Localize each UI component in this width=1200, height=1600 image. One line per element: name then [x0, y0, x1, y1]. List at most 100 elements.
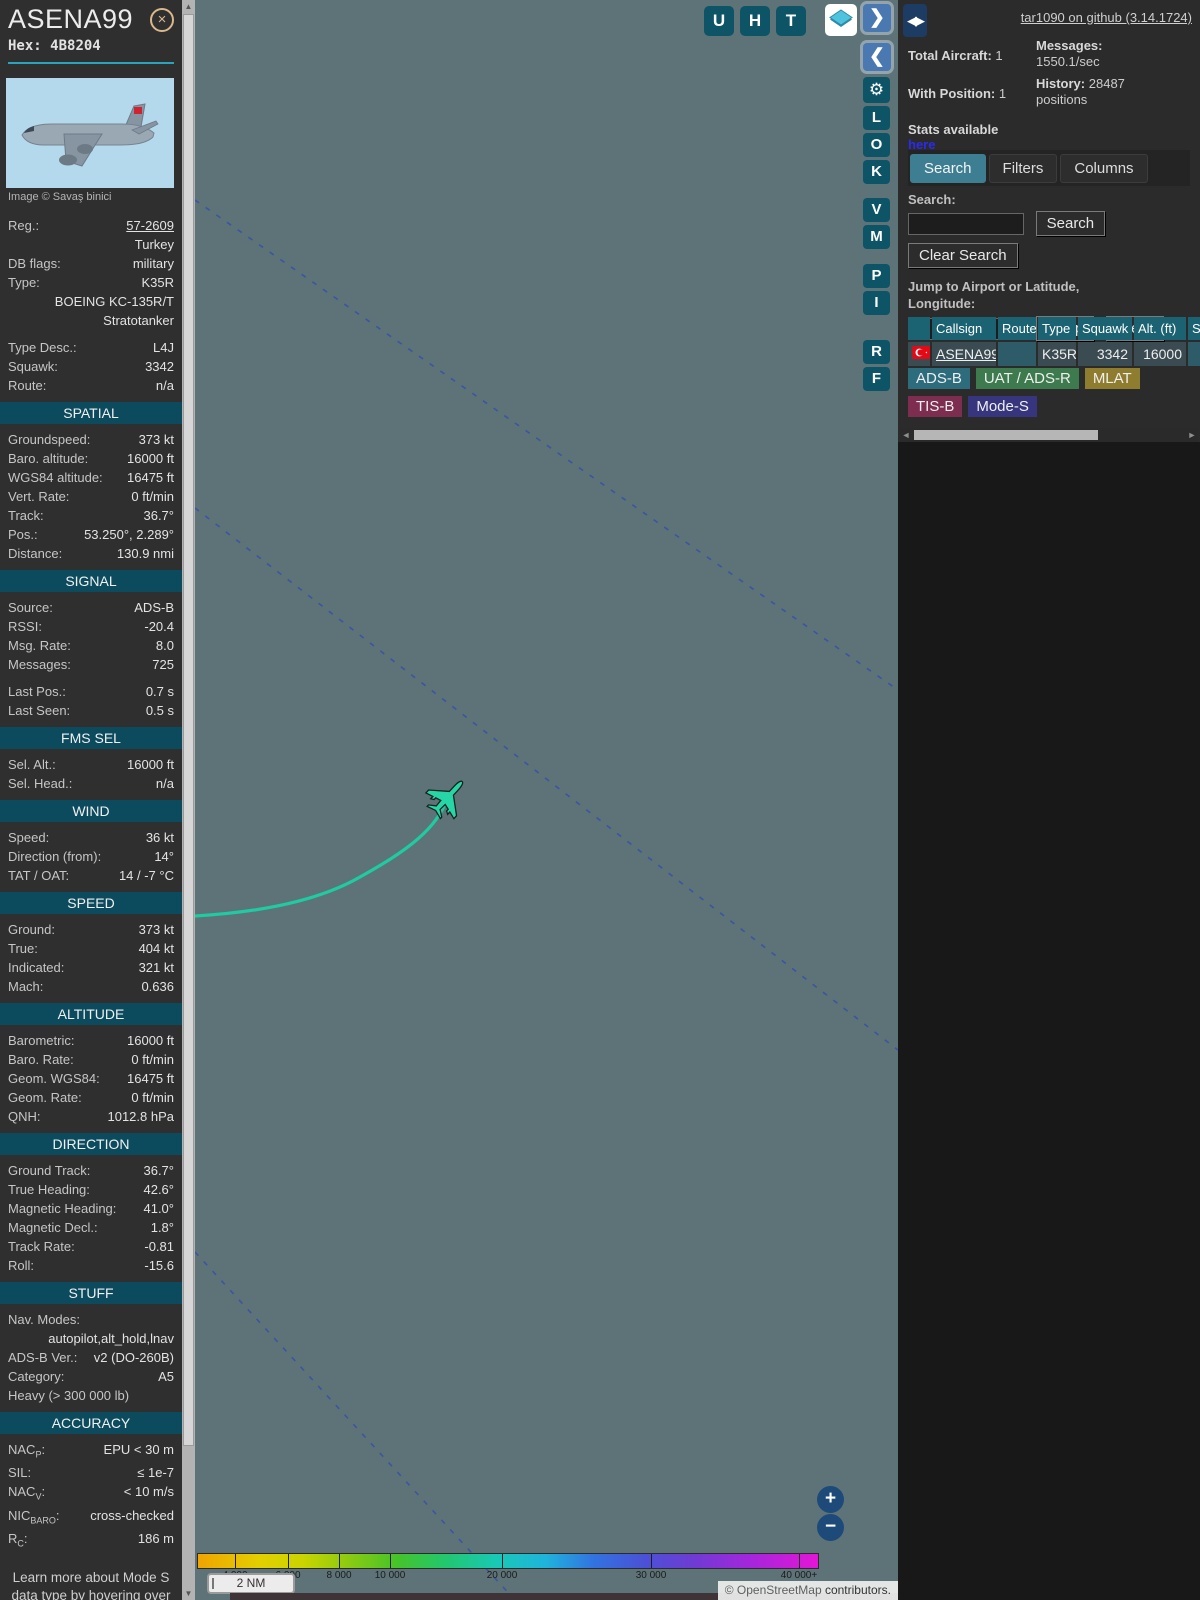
scroll-up-icon[interactable]: ▲	[182, 0, 195, 13]
messages-label: Messages:	[1036, 38, 1103, 53]
data-row: autopilot,alt_hold,lnav	[0, 1329, 182, 1348]
map-toggle-l[interactable]: L	[863, 106, 890, 130]
tab-filters[interactable]: Filters	[988, 153, 1058, 183]
row-label: WGS84 altitude:	[8, 469, 103, 485]
settings-button[interactable]: ⚙	[863, 77, 890, 103]
left-panel-scrollbar[interactable]: ▲ ▼	[182, 0, 195, 1600]
row-label: RC:	[8, 1531, 28, 1549]
column-header-route[interactable]: Route	[998, 317, 1036, 340]
section-header: FMS SEL	[0, 727, 182, 749]
with-position-value: 1	[998, 86, 1007, 101]
column-header-speed[interactable]: Speed	[1188, 317, 1200, 340]
scroll-left-icon[interactable]: ◄	[900, 428, 912, 442]
aircraft-marker[interactable]	[420, 769, 476, 826]
badge-uat-ads-r[interactable]: UAT / ADS-R	[975, 368, 1079, 389]
column-header-altft[interactable]: Alt. (ft)	[1134, 317, 1186, 340]
row-value: A5	[158, 1368, 174, 1384]
map-toggle-v[interactable]: V	[863, 198, 890, 222]
cell-alt: 16000	[1134, 342, 1186, 366]
section-header: ALTITUDE	[0, 1003, 182, 1025]
cell-squawk: 3342	[1078, 342, 1132, 366]
search-input[interactable]	[908, 212, 1024, 235]
map-toggle-m[interactable]: M	[863, 225, 890, 249]
table-row[interactable]: ASENA99 K35R 3342 16000	[908, 342, 1200, 366]
badge-ads-b[interactable]: ADS-B	[908, 368, 970, 389]
tab-columns[interactable]: Columns	[1060, 153, 1148, 183]
badge-mlat[interactable]: MLAT	[1084, 368, 1140, 389]
section-header: SPEED	[0, 892, 182, 914]
row-value: 321 kt	[138, 959, 174, 975]
data-row: DB flags: military	[0, 254, 182, 273]
data-row: Type: K35R	[0, 273, 182, 292]
messages-value: 1550.1/sec	[1036, 54, 1100, 69]
row-label: QNH:	[8, 1108, 41, 1124]
row-label: Baro. altitude:	[8, 450, 89, 466]
cell-flag	[908, 342, 930, 366]
zoom-in-button[interactable]: +	[817, 1486, 844, 1513]
layers-button[interactable]	[825, 4, 857, 36]
map-toggle-p[interactable]: P	[863, 264, 890, 288]
map[interactable]: UHT ❯ ❮ ⚙ LOKVMPIRF 4 0006 0008 00010 00…	[195, 0, 898, 1600]
map-toggle-o[interactable]: O	[863, 133, 890, 157]
data-row: Sel. Alt.: 16000 ft	[0, 755, 182, 774]
sidebar-toggle-button[interactable]: ◀▶	[903, 4, 927, 37]
close-icon[interactable]: ×	[150, 8, 174, 32]
header-divider	[8, 62, 174, 64]
map-toggle-k[interactable]: K	[863, 160, 890, 184]
map-button-t[interactable]: T	[776, 6, 806, 36]
map-button-u[interactable]: U	[704, 6, 734, 36]
map-toggle-i[interactable]: I	[863, 291, 890, 315]
map-button-h[interactable]: H	[740, 6, 770, 36]
map-toggle-buttons: LOKVMPIRF	[862, 106, 892, 391]
osm-link[interactable]: © OpenStreetMap	[725, 1583, 822, 1597]
row-label: NACP:	[8, 1441, 46, 1460]
scroll-down-icon[interactable]: ▼	[182, 1587, 195, 1600]
row-label: Type Desc.:	[8, 339, 77, 355]
row-label: Type:	[8, 274, 40, 290]
data-row: Type Desc.: L4J	[0, 338, 182, 357]
column-header-type[interactable]: Type	[1038, 317, 1076, 340]
altitude-tick	[339, 1554, 340, 1568]
badge-mode-s[interactable]: Mode-S	[968, 396, 1037, 417]
zoom-out-button[interactable]: −	[817, 1514, 844, 1541]
row-label: Magnetic Decl.:	[8, 1219, 98, 1235]
row-value: 14°	[154, 848, 174, 864]
row-label: Heavy (> 300 000 lb)	[8, 1387, 130, 1403]
row-value: -20.4	[144, 618, 174, 634]
collapse-right-panel-button[interactable]: ❯	[863, 4, 891, 32]
hscroll-thumb[interactable]	[914, 430, 1098, 440]
data-row: NACV: < 10 m/s	[0, 1483, 182, 1507]
column-header-flag[interactable]	[908, 317, 930, 340]
version-link[interactable]: tar1090 on github (3.14.1724)	[1021, 10, 1192, 25]
button-group: LOK	[862, 106, 892, 184]
column-header-squawk[interactable]: Squawk	[1078, 317, 1132, 340]
data-row: True Heading: 42.6°	[0, 1180, 182, 1199]
altitude-color-legend: 4 0006 0008 00010 00020 00030 00040 000+	[197, 1553, 819, 1581]
row-label: Source:	[8, 599, 53, 615]
collapse-left-panel-button[interactable]: ❮	[863, 43, 891, 71]
row-value: EPU < 30 m	[103, 1441, 174, 1457]
attribution-text: contributors.	[821, 1583, 891, 1597]
map-toggle-f[interactable]: F	[863, 367, 890, 391]
table-horizontal-scrollbar[interactable]: ◄ ►	[900, 428, 1198, 442]
data-row: Vert. Rate: 0 ft/min	[0, 487, 182, 506]
row-value: -0.81	[144, 1238, 174, 1254]
tab-search[interactable]: Search	[910, 153, 986, 183]
data-row: Msg. Rate: 8.0	[0, 636, 182, 655]
button-group: VM	[862, 198, 892, 249]
row-value[interactable]: 57-2609	[45, 218, 174, 234]
map-toggle-r[interactable]: R	[863, 340, 890, 364]
badge-tis-b[interactable]: TIS-B	[908, 396, 963, 417]
aircraft-photo[interactable]	[6, 78, 174, 188]
row-label: True:	[8, 940, 38, 956]
row-label: NACV:	[8, 1484, 46, 1502]
column-header-callsign[interactable]: Callsign	[932, 317, 996, 340]
scrollbar-thumb[interactable]	[183, 14, 194, 1446]
callsign-link[interactable]: ASENA99	[936, 346, 996, 362]
search-button[interactable]: Search	[1035, 211, 1106, 236]
sidebar-empty-area	[898, 442, 1200, 1600]
row-value: 42.6°	[143, 1181, 174, 1197]
clear-search-button[interactable]: Clear Search	[908, 243, 1018, 268]
row-value: 0.5 s	[145, 702, 174, 718]
scroll-right-icon[interactable]: ►	[1186, 428, 1198, 442]
